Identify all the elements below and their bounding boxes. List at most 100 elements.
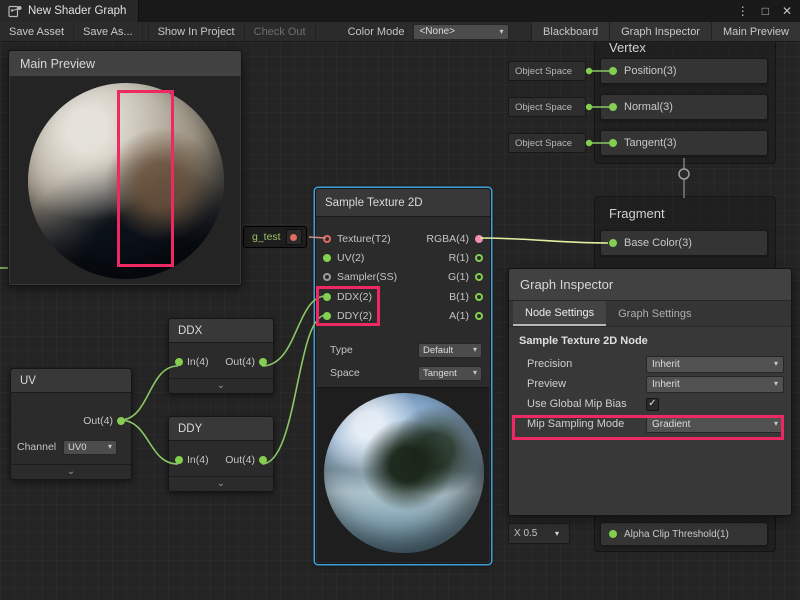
type-label: Type (330, 344, 353, 356)
alpha-clip-port[interactable] (609, 530, 617, 538)
uv-node-header[interactable]: UV (11, 369, 131, 393)
tab-graph-settings[interactable]: Graph Settings (606, 301, 703, 326)
window-title: New Shader Graph (28, 5, 126, 17)
mip-sampling-mode-dropdown[interactable]: Gradient ▾ (646, 416, 784, 433)
b-output-port[interactable] (475, 293, 483, 301)
a-output-port[interactable] (475, 312, 483, 320)
close-icon[interactable]: ✕ (782, 5, 792, 17)
ddy-collapse-button[interactable]: ⌄ (169, 476, 273, 491)
b-output-row: B(1) (449, 289, 490, 305)
menu-icon[interactable]: ⋮ (737, 5, 749, 17)
vertex-title: Vertex (609, 40, 646, 55)
save-as-button[interactable]: Save As... (74, 22, 143, 41)
ddy-in-port[interactable] (175, 456, 183, 464)
uv-input-label: UV(2) (337, 252, 364, 264)
ddy-in-label: In(4) (187, 454, 209, 466)
uv-node[interactable]: UV Out(4) Channel UV0 ▾ ⌄ (10, 368, 132, 480)
chevron-down-icon: ▾ (550, 526, 564, 542)
uv-channel-value: UV0 (68, 442, 86, 453)
tangent-label: Tangent(3) (624, 137, 677, 149)
fragment-alphaclip-block[interactable]: Alpha Clip Threshold(1) (600, 522, 768, 546)
inspector-tabs: Node Settings Graph Settings (509, 301, 791, 327)
precision-dropdown[interactable]: Inherit ▾ (646, 356, 784, 373)
use-global-mip-bias-checkbox[interactable]: ✓ (646, 398, 659, 411)
alpha-threshold-value-field[interactable]: X 0.5 ▾ (508, 523, 570, 544)
ddx-input-port[interactable] (323, 293, 331, 301)
ddx-node-header[interactable]: DDX (169, 319, 273, 343)
vertex-position-block[interactable]: Position(3) (600, 58, 768, 84)
chevron-down-icon: ▾ (473, 369, 477, 377)
preview-dropdown[interactable]: Inherit ▾ (646, 376, 784, 393)
ddy-node-header[interactable]: DDY (169, 417, 273, 441)
main-preview-toggle[interactable]: Main Preview (711, 22, 800, 41)
r-output-port[interactable] (475, 254, 483, 262)
sampler-input-port[interactable] (323, 273, 331, 281)
gtest-output-port[interactable] (290, 234, 297, 241)
graph-inspector-header[interactable]: Graph Inspector (509, 269, 791, 301)
inspector-content: Sample Texture 2D Node Precision Inherit… (509, 335, 791, 434)
sample-texture-2d-header[interactable]: Sample Texture 2D (316, 189, 490, 217)
preview-row: Preview Inherit ▾ (509, 374, 791, 394)
rgba-output-row: RGBA(4) (426, 231, 490, 247)
base-color-port[interactable] (609, 239, 617, 247)
show-in-project-button[interactable]: Show In Project (148, 22, 245, 41)
vertex-normal-block[interactable]: Normal(3) (600, 94, 768, 120)
sample-texture-2d-node[interactable]: Sample Texture 2D Texture(T2) UV(2) Samp… (315, 188, 491, 564)
document-tab[interactable]: New Shader Graph (0, 0, 139, 22)
main-preview-panel[interactable]: Main Preview (8, 50, 242, 286)
graph-inspector-panel[interactable]: Graph Inspector Node Settings Graph Sett… (508, 268, 792, 516)
uv-input-port[interactable] (323, 254, 331, 262)
fragment-basecolor-block[interactable]: Base Color(3) (600, 230, 768, 256)
precision-value: Inherit (652, 359, 680, 370)
ddx-node[interactable]: DDX In(4) Out(4) ⌄ (168, 318, 274, 394)
precision-label: Precision (527, 358, 646, 370)
ddx-collapse-button[interactable]: ⌄ (169, 378, 273, 393)
uv-out-label: Out(4) (83, 415, 113, 427)
g-output-row: G(1) (448, 269, 490, 285)
chevron-icon: ⌄ (67, 467, 75, 477)
space-dropdown[interactable]: Tangent ▾ (418, 366, 482, 381)
main-preview-header[interactable]: Main Preview (9, 51, 241, 77)
ddy-title: DDY (178, 423, 202, 435)
toolbar-right-group: Blackboard Graph Inspector Main Preview (531, 22, 800, 41)
position-space-dropdown[interactable]: Object Space (508, 61, 586, 81)
ddx-out-port[interactable] (259, 358, 267, 366)
ddx-in-port[interactable] (175, 358, 183, 366)
tangent-space-dropdown[interactable]: Object Space (508, 133, 586, 153)
ddy-out-port[interactable] (259, 456, 267, 464)
tangent-port[interactable] (609, 139, 617, 147)
normal-label: Normal(3) (624, 101, 673, 113)
chevron-down-icon: ▾ (499, 28, 503, 36)
gtest-port-box (286, 229, 302, 245)
tab-node-settings[interactable]: Node Settings (513, 301, 606, 326)
position-port[interactable] (609, 67, 617, 75)
base-color-label: Base Color(3) (624, 237, 692, 249)
type-dropdown[interactable]: Default ▾ (418, 343, 482, 358)
rgba-output-port[interactable] (475, 235, 483, 243)
maximize-icon[interactable]: □ (762, 5, 769, 17)
uv-channel-dropdown[interactable]: UV0 ▾ (63, 440, 117, 455)
sample-texture-2d-title: Sample Texture 2D (325, 197, 423, 209)
uv-collapse-button[interactable]: ⌄ (11, 464, 131, 479)
graph-inspector-toggle[interactable]: Graph Inspector (609, 22, 711, 41)
vertex-tangent-block[interactable]: Tangent(3) (600, 130, 768, 156)
normal-space-dropdown[interactable]: Object Space (508, 97, 586, 117)
mip-bias-label: Use Global Mip Bias (527, 398, 646, 410)
ddy-out-label: Out(4) (225, 454, 255, 466)
ddy-node[interactable]: DDY In(4) Out(4) ⌄ (168, 416, 274, 492)
shader-graph-icon (8, 4, 22, 18)
blackboard-toggle[interactable]: Blackboard (531, 22, 609, 41)
uv-out-port[interactable] (117, 417, 125, 425)
node-preview-area (317, 387, 489, 562)
normal-port[interactable] (609, 103, 617, 111)
texture-input-port[interactable] (323, 235, 331, 243)
ddy-input-port[interactable] (323, 312, 331, 320)
alpha-clip-label: Alpha Clip Threshold(1) (624, 529, 729, 540)
color-mode-dropdown[interactable]: <None> ▾ (413, 24, 509, 40)
mip-bias-row: Use Global Mip Bias ✓ (509, 394, 791, 414)
g-output-port[interactable] (475, 273, 483, 281)
gtest-property-node[interactable]: g_test (243, 226, 307, 248)
save-asset-button[interactable]: Save Asset (0, 22, 74, 41)
space-value: Tangent (423, 368, 457, 379)
sampler-input-row: Sampler(SS) (316, 269, 397, 285)
